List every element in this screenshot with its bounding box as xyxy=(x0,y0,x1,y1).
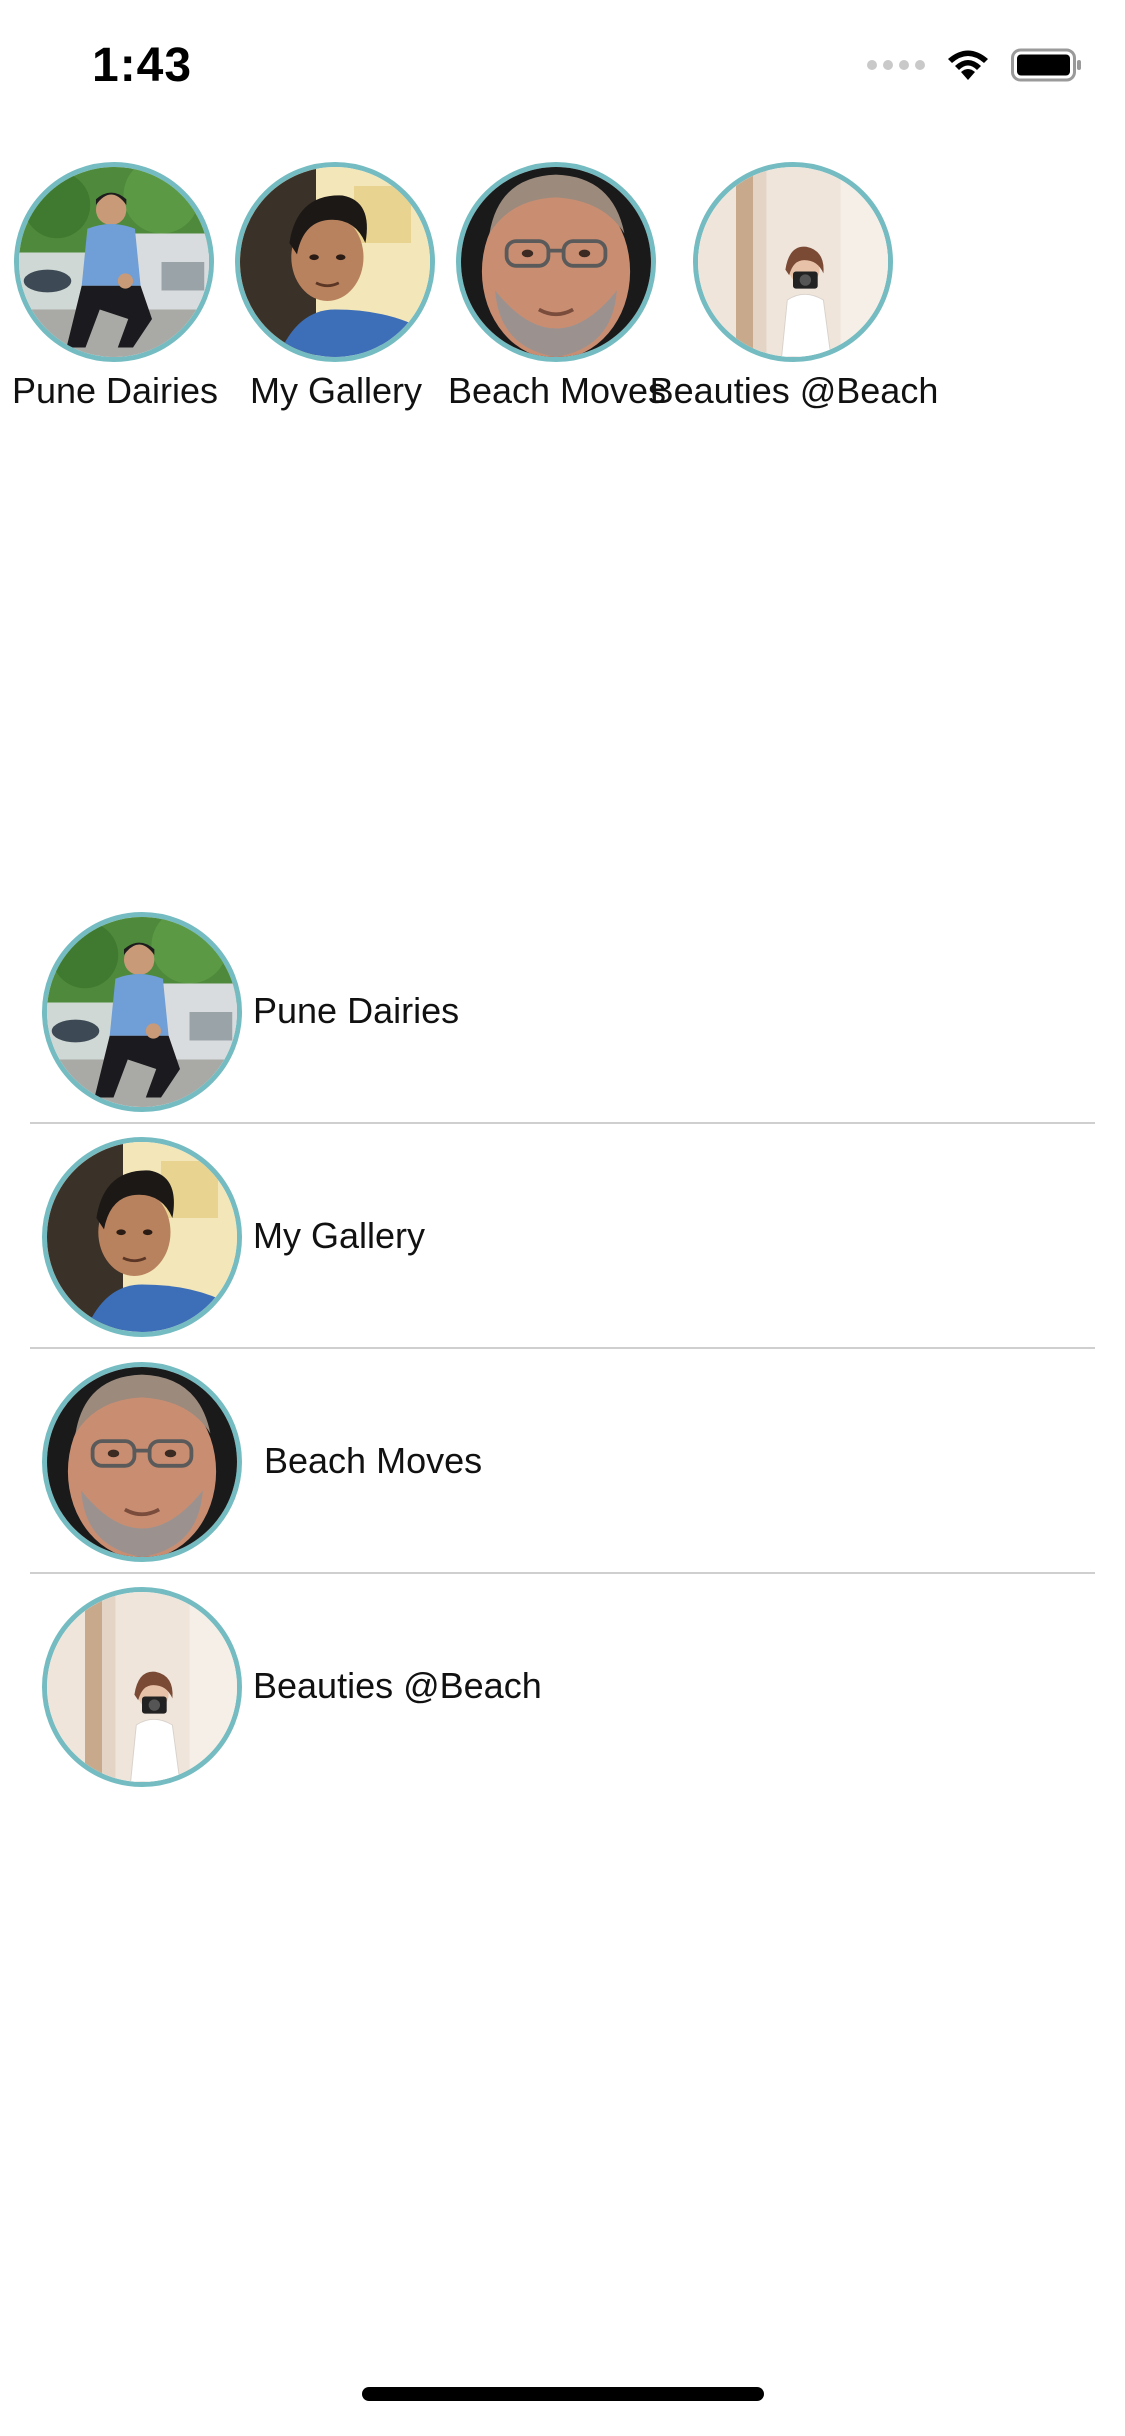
album-thumbnail[interactable] xyxy=(456,162,656,362)
status-icons xyxy=(867,48,1083,82)
album-thumbnail[interactable] xyxy=(42,912,242,1112)
album-thumbnail[interactable] xyxy=(42,1137,242,1337)
status-time: 1:43 xyxy=(92,39,193,92)
list-item[interactable]: Beach Moves xyxy=(0,1360,1125,1585)
album-thumbnail[interactable] xyxy=(693,162,893,362)
album-thumbnail[interactable] xyxy=(14,162,214,362)
battery-full-icon xyxy=(1011,48,1083,82)
list-item-label: Pune Dairies xyxy=(253,990,460,1031)
list-item-label: Beach Moves xyxy=(264,1440,483,1481)
album-thumbnail[interactable] xyxy=(42,1362,242,1562)
row-divider xyxy=(30,1122,1095,1124)
row-divider xyxy=(30,1347,1095,1349)
carousel-item[interactable]: Beauties @Beach xyxy=(650,160,938,430)
carousel-item-label: Beauties @Beach xyxy=(649,370,939,411)
list-item[interactable]: Beauties @Beach xyxy=(0,1585,1125,1810)
status-bar: 1:43 xyxy=(0,0,1125,140)
list-item[interactable]: Pune Dairies xyxy=(0,910,1125,1135)
album-thumbnail[interactable] xyxy=(235,162,435,362)
album-carousel[interactable]: Pune Dairies My Gallery Beach Moves Beau… xyxy=(0,160,1125,430)
wifi-icon xyxy=(945,48,991,82)
row-divider xyxy=(30,1572,1095,1574)
album-thumbnail[interactable] xyxy=(42,1587,242,1787)
list-item[interactable]: My Gallery xyxy=(0,1135,1125,1360)
list-item-label: Beauties @Beach xyxy=(253,1665,542,1706)
list-item-label: My Gallery xyxy=(253,1215,426,1256)
home-indicator[interactable] xyxy=(362,2387,764,2401)
carousel-item[interactable]: Beach Moves xyxy=(442,160,672,430)
cellular-signal-icon xyxy=(867,60,925,70)
